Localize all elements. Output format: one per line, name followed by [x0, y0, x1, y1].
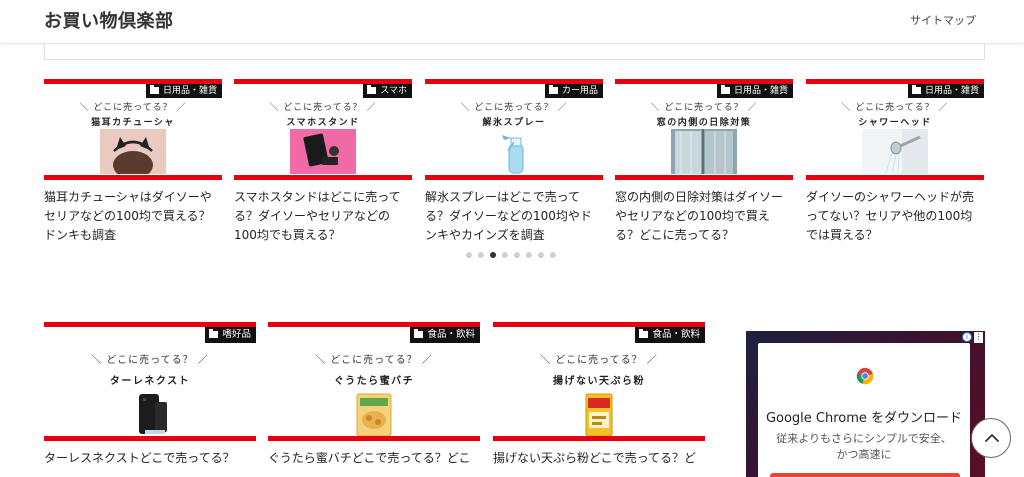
snack-bag-image — [356, 393, 392, 436]
site-title[interactable]: お買い物倶楽部 — [44, 7, 174, 33]
carousel-card[interactable]: 日用品・雑貨 ＼ どこに売ってる？ ／ 窓の内側の日除対策 窓の内側の日除対策は… — [615, 79, 793, 245]
ad-headline[interactable]: Google Chrome をダウンロード — [758, 407, 970, 426]
category-badge[interactable]: カー用品 — [544, 84, 603, 98]
card-title[interactable]: 揚げない天ぷら粉どこで売ってる？ど — [493, 449, 705, 468]
category-badge[interactable]: 嗜好品 — [205, 327, 256, 343]
thumb-tagline: ＼ どこに売ってる？ ／ — [540, 355, 658, 366]
article-card[interactable]: 嗜好品 ＼ どこに売ってる？ ／ ターレネクスト ターレスネクストどこで売ってる… — [44, 322, 256, 468]
card-title[interactable]: 窓の内側の日除対策はダイソーやセリアなどの100均で買える？どこに売ってる？ — [615, 188, 793, 245]
card-title[interactable]: 解氷スプレーはどこで売ってる？ダイソーなどの100均やドンキやカインズを調査 — [425, 188, 603, 245]
carousel-card[interactable]: 日用品・雑貨 ＼ どこに売ってる？ ／ シャワーヘッド ダイソーのシャワーヘッド… — [806, 79, 984, 245]
card-title[interactable]: スマホスタンドはどこに売ってる？ダイソーやセリアなどの100均でも買える？ — [234, 188, 412, 245]
article-card[interactable]: 食品・飲料 ＼ どこに売ってる？ ／ 揚げない天ぷら粉 揚げない天ぷら粉どこで売… — [493, 322, 705, 468]
carousel-dot[interactable] — [550, 252, 556, 258]
thumb-item-name: ターレネクスト — [109, 376, 191, 387]
ad-body: 従来よりもさらにシンプルで安全、 かつ高速に — [758, 431, 970, 463]
thumb-item-name: 解氷スプレー — [482, 118, 546, 128]
category-badge[interactable]: 食品・飲料 — [635, 327, 705, 343]
carousel-dot[interactable] — [514, 252, 520, 258]
thumb-item-name: 窓の内側の日除対策 — [656, 118, 752, 128]
card-thumbnail: 嗜好品 ＼ どこに売ってる？ ／ ターレネクスト — [44, 322, 256, 441]
spray-bottle-image — [502, 135, 524, 174]
site-header: お買い物倶楽部 サイトマップ — [0, 0, 1024, 44]
thumb-item-name: ぐうたら蜜バチ — [333, 376, 415, 387]
thumb-tagline: ＼ どこに売ってる？ ／ — [460, 103, 568, 113]
folder-icon — [720, 85, 730, 94]
category-badge[interactable]: 日用品・雑貨 — [716, 84, 793, 98]
carousel-card[interactable]: カー用品 ＼ どこに売ってる？ ／ 解氷スプレー 解氷スプレーはどこで売ってる？… — [425, 79, 603, 245]
card-title[interactable]: ターレスネクストどこで売ってる？ — [44, 449, 256, 468]
thumb-item-name: 揚げない天ぷら粉 — [553, 376, 645, 387]
folder-icon — [639, 329, 649, 338]
thumb-tagline: ＼ どこに売ってる？ ／ — [269, 103, 377, 113]
card-thumbnail: 日用品・雑貨 ＼ どこに売ってる？ ／ 窓の内側の日除対策 — [615, 79, 793, 180]
carousel-dot[interactable] — [478, 252, 484, 258]
card-title[interactable]: ダイソーのシャワーヘッドが売ってない？セリアや他の100均では買える？ — [806, 188, 984, 245]
sitemap-link[interactable]: サイトマップ — [910, 12, 976, 28]
folder-icon — [911, 85, 921, 94]
folder-icon — [367, 85, 377, 94]
thumb-item-name: 猫耳カチューシャ — [91, 118, 175, 128]
folder-icon — [149, 85, 159, 94]
content-box-top — [44, 44, 985, 60]
category-badge[interactable]: 日用品・雑貨 — [907, 84, 984, 98]
chevron-up-icon — [985, 433, 999, 442]
back-to-top-button[interactable] — [971, 418, 1011, 458]
thumb-tagline: ＼ どこに売ってる？ ／ — [79, 103, 187, 113]
card-thumbnail: 日用品・雑貨 ＼ どこに売ってる？ ／ 猫耳カチューシャ — [44, 79, 222, 180]
category-badge[interactable]: 食品・飲料 — [410, 327, 480, 343]
card-thumbnail: 食品・飲料 ＼ どこに売ってる？ ／ ぐうたら蜜バチ — [268, 322, 480, 441]
sidebar-ad[interactable]: i ⋮ Google Chrome をダウンロード 従来よりもさらにシンプルで安… — [746, 331, 985, 477]
category-badge[interactable]: スマホ — [363, 84, 412, 98]
thumb-tagline: ＼ どこに売ってる？ ／ — [315, 355, 433, 366]
info-icon[interactable]: i — [962, 332, 972, 342]
card-title[interactable]: 猫耳カチューシャはダイソーやセリアなどの100均で買える？ドンキも調査 — [44, 188, 222, 245]
folder-icon — [209, 329, 219, 338]
card-thumbnail: カー用品 ＼ どこに売ってる？ ／ 解氷スプレー — [425, 79, 603, 180]
carousel-dot[interactable] — [502, 252, 508, 258]
carousel-card[interactable]: スマホ ＼ どこに売ってる？ ／ スマホスタンド スマホスタンドはどこに売ってる… — [234, 79, 412, 245]
card-thumbnail: スマホ ＼ どこに売ってる？ ／ スマホスタンド — [234, 79, 412, 180]
category-badge[interactable]: 日用品・雑貨 — [145, 84, 222, 98]
ad-options-icon[interactable]: ⋮ — [974, 332, 983, 343]
carousel-pagination — [466, 252, 556, 258]
card-title[interactable]: ぐうたら蜜バチどこで売ってる？どこ — [268, 449, 480, 468]
thumb-tagline: ＼ どこに売ってる？ ／ — [650, 103, 758, 113]
phone-stand-image — [290, 129, 356, 174]
carousel-dot-active[interactable] — [490, 252, 496, 258]
ad-body-line: 従来よりもさらにシンプルで安全、 — [776, 432, 952, 445]
ad-body-line: かつ高速に — [836, 448, 892, 461]
card-thumbnail: 日用品・雑貨 ＼ どこに売ってる？ ／ シャワーヘッド — [806, 79, 984, 180]
thumb-item-name: シャワーヘッド — [858, 118, 932, 128]
heated-tobacco-device-image — [139, 394, 167, 434]
folder-icon — [414, 329, 424, 338]
carousel-dot[interactable] — [466, 252, 472, 258]
ad-download-button[interactable] — [770, 473, 960, 477]
carousel-dot[interactable] — [526, 252, 532, 258]
card-thumbnail: 食品・飲料 ＼ どこに売ってる？ ／ 揚げない天ぷら粉 — [493, 322, 705, 441]
article-card[interactable]: 食品・飲料 ＼ どこに売ってる？ ／ ぐうたら蜜バチ ぐうたら蜜バチどこで売って… — [268, 322, 480, 468]
folder-icon — [548, 85, 558, 94]
ad-panel: Google Chrome をダウンロード 従来よりもさらにシンプルで安全、 か… — [758, 343, 970, 477]
window-blind-image — [671, 129, 737, 174]
thumb-item-name: スマホスタンド — [286, 118, 360, 128]
thumb-tagline: ＼ どこに売ってる？ ／ — [841, 103, 949, 113]
thumb-tagline: ＼ どこに売ってる？ ／ — [91, 355, 209, 366]
carousel-dot[interactable] — [538, 252, 544, 258]
cat-ear-headband-image — [100, 129, 166, 174]
tempura-flour-box-image — [585, 393, 613, 436]
shower-head-image — [862, 129, 928, 174]
carousel-card[interactable]: 日用品・雑貨 ＼ どこに売ってる？ ／ 猫耳カチューシャ 猫耳カチューシャはダイ… — [44, 79, 222, 245]
chrome-icon — [856, 367, 874, 385]
